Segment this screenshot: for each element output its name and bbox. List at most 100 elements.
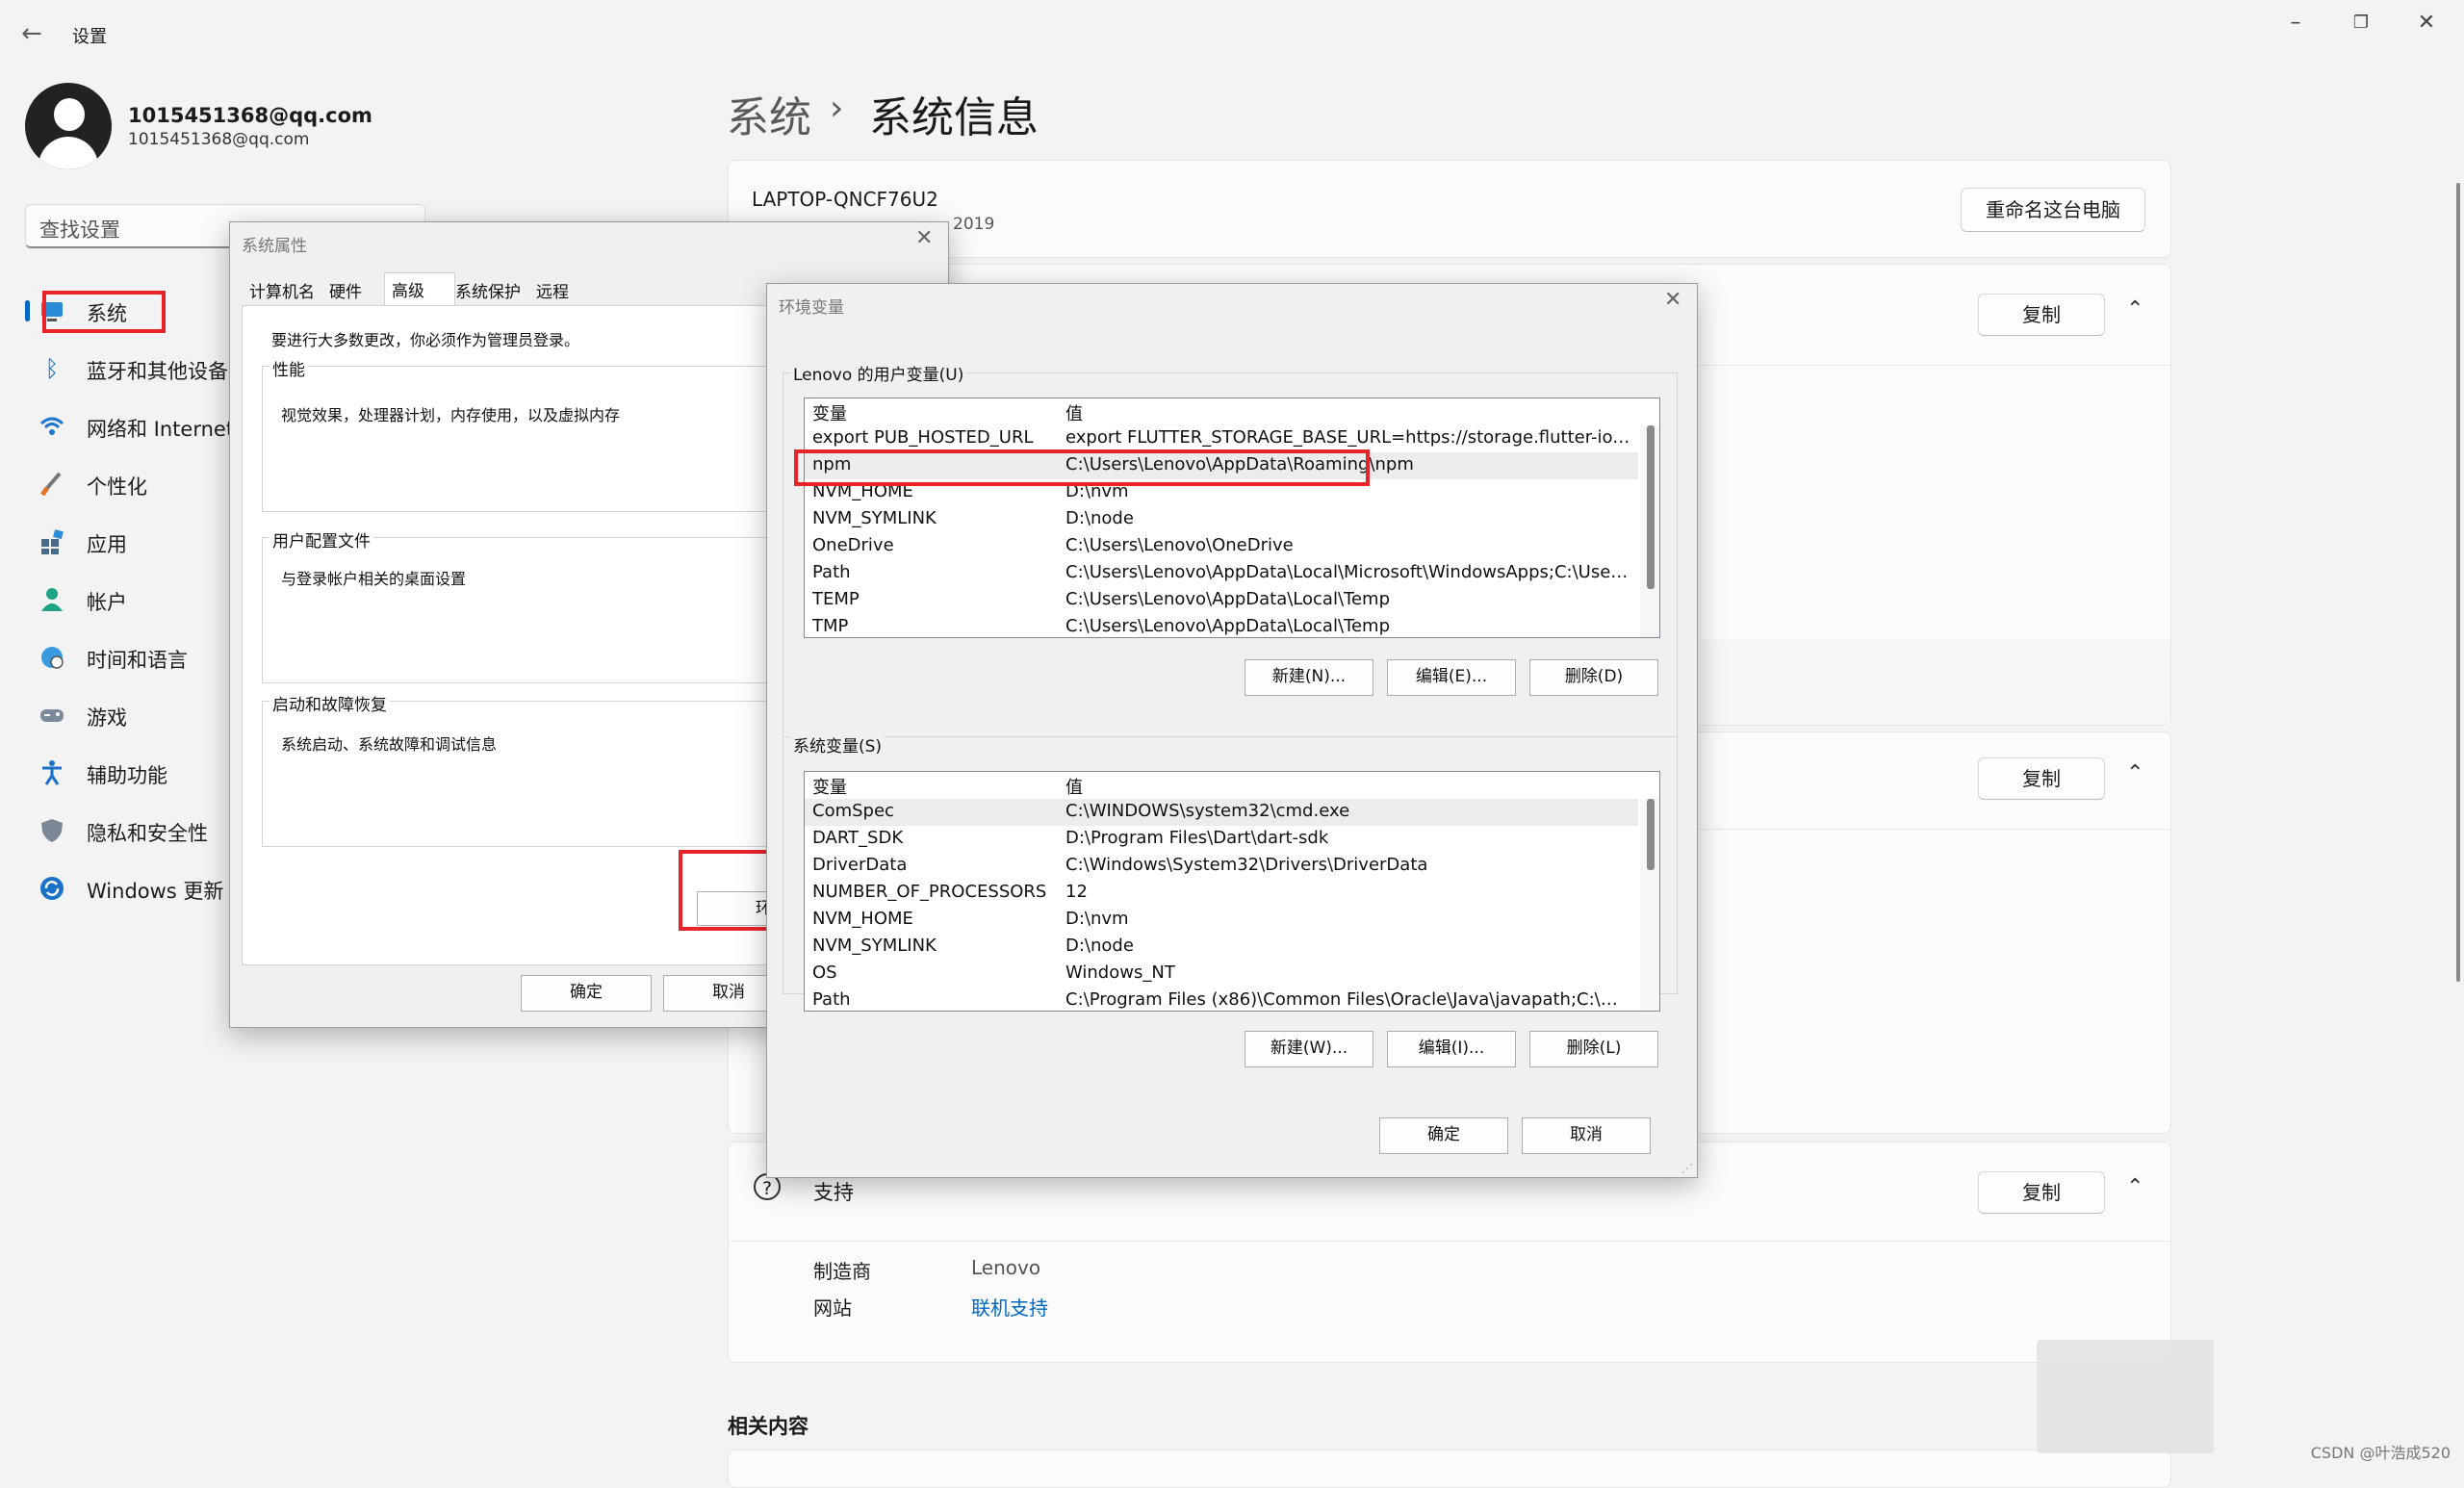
shield-icon xyxy=(38,817,65,844)
chevron-up-icon[interactable]: ⌃ xyxy=(2126,297,2143,321)
table-row[interactable]: TMP C:\Users\Lenovo\AppData\Local\Temp xyxy=(805,614,1638,637)
scrollbar[interactable] xyxy=(1640,425,1659,637)
table-row[interactable]: NVM_HOME D:\nvm xyxy=(805,907,1638,934)
wifi-icon xyxy=(38,413,65,440)
device-model: 2019 xyxy=(953,215,995,234)
support-link[interactable]: 联机支持 xyxy=(971,1293,1048,1321)
table-row[interactable]: export PUB_HOSTED_URL export FLUTTER_STOR… xyxy=(805,425,1638,452)
sidebar-item-personalization[interactable]: 个性化 xyxy=(25,459,237,509)
manufacturer-value: Lenovo xyxy=(971,1256,1041,1279)
tab-computer-name[interactable]: 计算机名 xyxy=(249,278,315,302)
sidebar-item-label: 辅助功能 xyxy=(87,764,167,787)
sidebar-item-time-language[interactable]: 时间和语言 xyxy=(25,632,237,682)
startup-label: 启动和故障恢复 xyxy=(270,691,390,715)
sidebar-item-accounts[interactable]: 帐户 xyxy=(25,575,237,625)
chevron-up-icon[interactable]: ⌃ xyxy=(2126,1175,2143,1199)
chevron-up-icon[interactable]: ⌃ xyxy=(2126,761,2143,785)
table-row[interactable]: Path C:\Program Files (x86)\Common Files\… xyxy=(805,988,1638,1011)
accessibility-icon xyxy=(38,759,65,786)
support-title: 支持 xyxy=(813,1181,854,1204)
tab-hardware[interactable]: 硬件 xyxy=(329,278,362,302)
table-row[interactable]: DriverData C:\Windows\System32\Drivers\Dr… xyxy=(805,853,1638,880)
avatar[interactable] xyxy=(25,83,112,169)
ok-button[interactable]: 确定 xyxy=(521,975,652,1012)
column-header-variable[interactable]: 变量 xyxy=(812,774,847,799)
sidebar-item-label: 应用 xyxy=(87,533,127,556)
person-icon xyxy=(38,586,65,613)
user-vars-label: Lenovo 的用户变量(U) xyxy=(790,361,967,385)
sidebar-item-label: 个性化 xyxy=(87,475,147,499)
system-vars-list[interactable]: 变量 值 ComSpec C:\WINDOWS\system32\cmd.exe … xyxy=(804,771,1660,1012)
sidebar-item-privacy[interactable]: 隐私和安全性 xyxy=(25,806,237,856)
related-card xyxy=(728,1450,2171,1488)
bluetooth-icon: ᛒ xyxy=(44,355,60,382)
notification-toast xyxy=(2037,1340,2214,1453)
column-header-variable[interactable]: 变量 xyxy=(812,400,847,425)
table-row[interactable]: ComSpec C:\WINDOWS\system32\cmd.exe xyxy=(805,799,1638,826)
sidebar-item-accessibility[interactable]: 辅助功能 xyxy=(25,748,237,798)
table-row[interactable]: NVM_SYMLINK D:\node xyxy=(805,506,1638,533)
watermark: CSDN @叶浩成520 xyxy=(2310,1444,2451,1462)
cancel-button[interactable]: 取消 xyxy=(1522,1117,1651,1154)
copy-button[interactable]: 复制 xyxy=(1978,294,2105,336)
sidebar-item-network[interactable]: 网络和 Internet xyxy=(25,401,237,451)
performance-desc: 视觉效果，处理器计划，内存使用，以及虚拟内存 xyxy=(281,406,621,424)
sidebar-item-bluetooth[interactable]: ᛒ 蓝牙和其他设备 xyxy=(25,344,237,394)
sidebar-item-label: 帐户 xyxy=(87,591,127,614)
profiles-desc: 与登录帐户相关的桌面设置 xyxy=(281,570,467,588)
sidebar-item-label: Windows 更新 xyxy=(87,880,224,903)
sidebar-item-label: 时间和语言 xyxy=(87,649,188,672)
page-scrollbar[interactable] xyxy=(2456,183,2460,982)
system-edit-button[interactable]: 编辑(I)... xyxy=(1387,1031,1516,1067)
user-email: 1015451368@qq.com xyxy=(128,130,310,149)
column-header-value[interactable]: 值 xyxy=(1065,774,1633,799)
tab-remote[interactable]: 远程 xyxy=(536,278,569,302)
user-name: 1015451368@qq.com xyxy=(128,104,372,127)
sidebar-item-gaming[interactable]: 游戏 xyxy=(25,690,237,740)
system-vars-label: 系统变量(S) xyxy=(790,732,886,757)
related-content-heading: 相关内容 xyxy=(728,1415,808,1438)
ok-button[interactable]: 确定 xyxy=(1379,1117,1508,1154)
list-header: 变量 值 xyxy=(805,398,1638,425)
column-header-value[interactable]: 值 xyxy=(1065,400,1633,425)
table-row[interactable]: OneDrive C:\Users\Lenovo\OneDrive xyxy=(805,533,1638,560)
user-delete-button[interactable]: 删除(D) xyxy=(1529,659,1658,696)
scroll-thumb[interactable] xyxy=(1647,799,1655,870)
system-new-button[interactable]: 新建(W)... xyxy=(1245,1031,1373,1067)
copy-button[interactable]: 复制 xyxy=(1978,1171,2105,1214)
table-row[interactable]: NVM_SYMLINK D:\node xyxy=(805,934,1638,961)
dialog-title: 系统属性 xyxy=(242,237,307,256)
close-icon[interactable]: ✕ xyxy=(1664,288,1681,312)
maximize-button[interactable]: ❐ xyxy=(2333,8,2389,38)
rename-pc-button[interactable]: 重命名这台电脑 xyxy=(1961,188,2145,232)
close-icon[interactable]: ✕ xyxy=(915,226,933,250)
system-delete-button[interactable]: 删除(L) xyxy=(1529,1031,1658,1067)
user-vars-list[interactable]: 变量 值 export PUB_HOSTED_URL export FLUTTER… xyxy=(804,398,1660,638)
breadcrumb-parent[interactable]: 系统 xyxy=(727,83,811,144)
scroll-thumb[interactable] xyxy=(1647,425,1655,589)
tab-system-protection[interactable]: 系统保护 xyxy=(455,278,521,302)
table-row[interactable]: NUMBER_OF_PROCESSORS 12 xyxy=(805,880,1638,907)
scrollbar[interactable] xyxy=(1640,799,1659,1011)
sidebar-item-windows-update[interactable]: Windows 更新 xyxy=(25,863,237,913)
divider xyxy=(783,736,1678,737)
table-row[interactable]: DART_SDK D:\Program Files\Dart\dart-sdk xyxy=(805,826,1638,853)
globe-clock-icon xyxy=(38,644,65,671)
apps-icon xyxy=(38,528,65,555)
table-row[interactable]: Path C:\Users\Lenovo\AppData\Local\Micros… xyxy=(805,560,1638,587)
table-row[interactable]: TEMP C:\Users\Lenovo\AppData\Local\Temp xyxy=(805,587,1638,614)
brush-icon xyxy=(38,471,65,498)
back-button[interactable]: ← xyxy=(21,19,42,48)
page-title: 系统信息 xyxy=(869,93,1039,142)
close-button[interactable]: ✕ xyxy=(2399,8,2454,38)
tab-advanced[interactable]: 高级 xyxy=(392,277,424,301)
user-edit-button[interactable]: 编辑(E)... xyxy=(1387,659,1516,696)
minimize-button[interactable]: – xyxy=(2268,8,2323,38)
resize-grip-icon[interactable]: ⋰ xyxy=(1681,1162,1693,1175)
user-new-button[interactable]: 新建(N)... xyxy=(1245,659,1373,696)
sidebar-item-apps[interactable]: 应用 xyxy=(25,517,237,567)
table-row[interactable]: OS Windows_NT xyxy=(805,961,1638,988)
copy-button[interactable]: 复制 xyxy=(1978,757,2105,800)
breadcrumb-separator: › xyxy=(830,89,844,128)
sidebar-item-label: 蓝牙和其他设备 xyxy=(87,360,228,383)
